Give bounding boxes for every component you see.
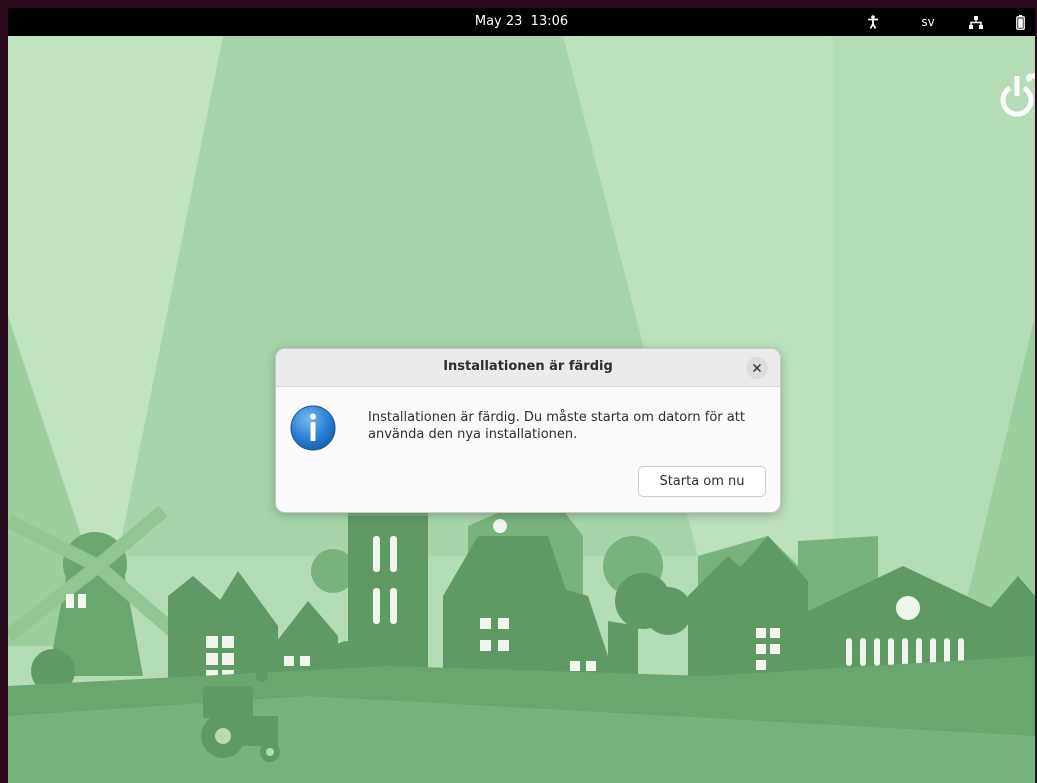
close-icon: [752, 363, 762, 373]
installation-complete-dialog: Installationen är färdig Installationen …: [275, 348, 781, 513]
desktop-screen: May 23 13:06 sv Installationen är färdig…: [8, 8, 1035, 783]
battery-icon[interactable]: [1011, 8, 1029, 36]
network-icon[interactable]: [966, 8, 986, 36]
dialog-header: Installationen är färdig: [276, 349, 780, 387]
language-indicator[interactable]: sv: [916, 8, 940, 36]
top-bar: May 23 13:06 sv: [8, 8, 1035, 36]
dialog-title: Installationen är färdig: [443, 359, 613, 374]
close-button[interactable]: [746, 357, 768, 379]
restart-now-button[interactable]: Starta om nu: [638, 466, 766, 497]
info-icon: [290, 405, 336, 451]
dialog-message: Installationen är färdig. Du måste start…: [368, 410, 745, 442]
accessibility-icon[interactable]: [863, 8, 883, 36]
